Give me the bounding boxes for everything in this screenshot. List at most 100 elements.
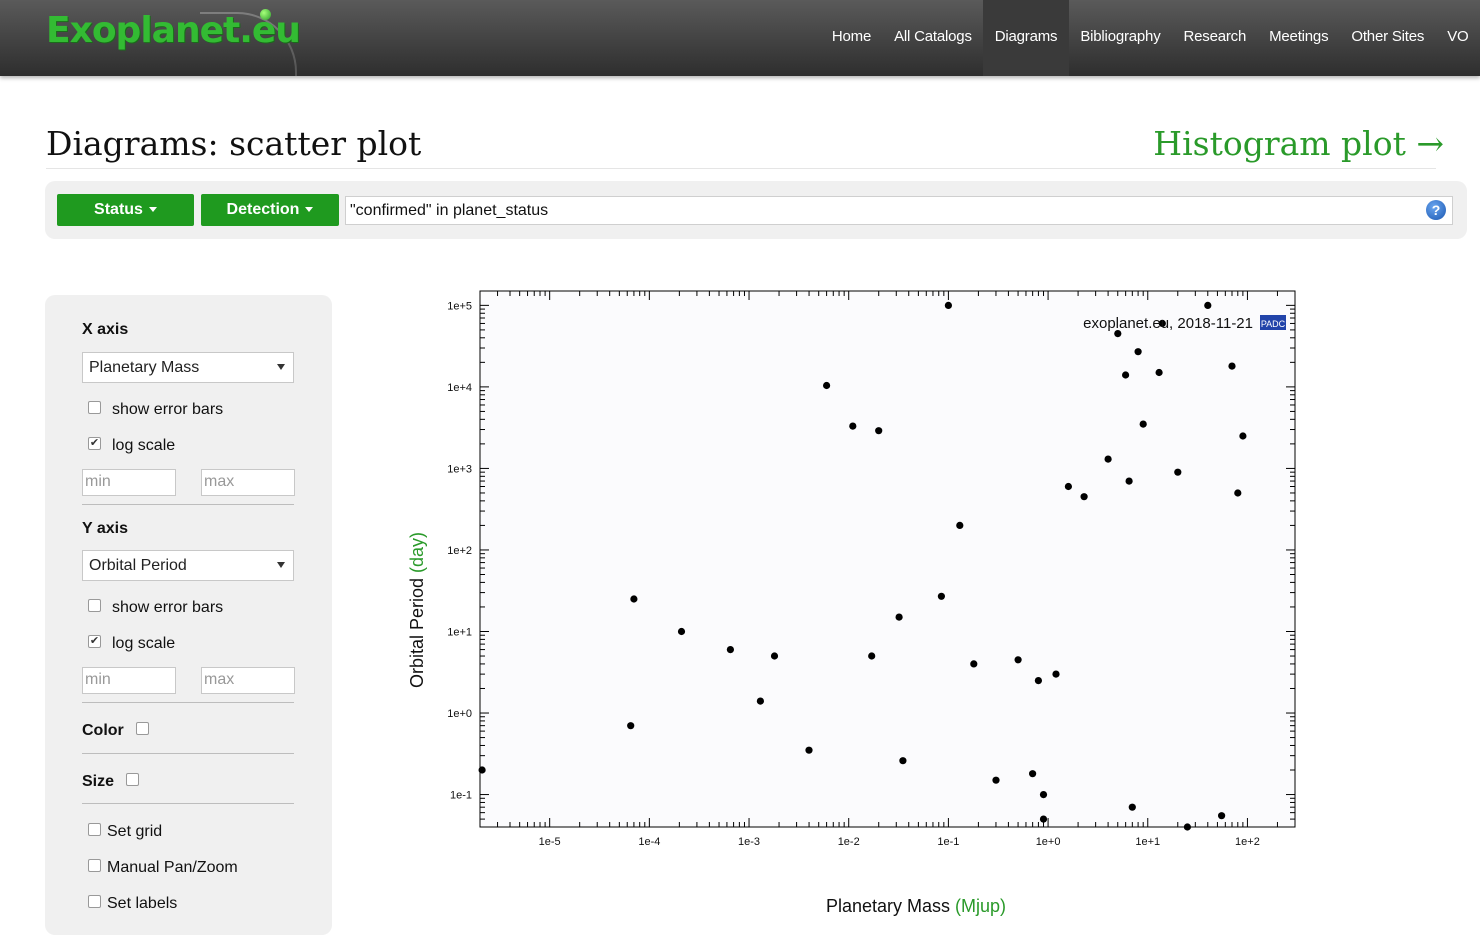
scatter-chart[interactable]: 1e-5 1e-4 1e-3 1e-2 1e-1 1e+0 1e+1 1e+2 1e-1 1e+0… — [400, 270, 1320, 925]
data-point — [1128, 803, 1136, 811]
x-axis-unit: (Mjup) — [955, 896, 1006, 916]
x-log-scale-label: log scale — [112, 437, 176, 454]
data-point — [868, 652, 876, 660]
status-button-label: Status — [94, 201, 143, 218]
data-point — [1155, 368, 1163, 377]
set-grid-label: Set grid — [107, 823, 163, 840]
data-point — [875, 427, 883, 435]
data-point — [1239, 432, 1247, 440]
data-point — [1174, 468, 1182, 476]
pan-zoom-checkbox[interactable] — [88, 859, 101, 872]
caret-down-icon — [305, 207, 314, 213]
x-tick-label: 1e+1 — [1135, 836, 1160, 848]
y-tick-label: 1e+5 — [447, 300, 472, 312]
x-tick-label: 1e+2 — [1235, 836, 1260, 848]
x-tick-label: 1e-3 — [738, 836, 760, 848]
data-point — [1122, 371, 1130, 379]
page-title: Diagrams: scatter plot — [46, 124, 422, 163]
y-axis-title: Orbital Period (day) — [407, 532, 427, 688]
color-label: Color — [82, 722, 124, 739]
divider — [82, 753, 294, 754]
caret-down-icon — [148, 207, 157, 213]
data-point — [956, 521, 964, 529]
nav-home[interactable]: Home — [820, 0, 882, 76]
x-axis-title: Planetary Mass (Mjup) — [826, 896, 1006, 916]
data-point — [895, 613, 903, 621]
data-point — [944, 301, 953, 309]
x-tick-label: 1e+0 — [1036, 836, 1061, 848]
padc-logo-text: PADC — [1261, 319, 1286, 329]
set-labels-checkbox[interactable] — [88, 895, 101, 908]
x-max-input[interactable] — [201, 469, 295, 496]
data-point — [756, 697, 764, 705]
y-min-field[interactable] — [83, 668, 173, 692]
data-point — [1029, 770, 1037, 778]
y-log-scale-checkbox[interactable]: ✔ — [88, 635, 101, 648]
size-checkbox[interactable] — [126, 773, 139, 786]
x-max-field[interactable] — [202, 470, 292, 494]
x-log-scale-checkbox[interactable]: ✔ — [88, 437, 101, 450]
data-point — [1039, 791, 1048, 799]
y-tick-label: 1e-1 — [450, 790, 472, 802]
x-tick-label: 1e-5 — [539, 836, 561, 848]
color-checkbox[interactable] — [136, 722, 149, 735]
x-min-input[interactable] — [82, 469, 176, 496]
dropdown-arrow-icon — [277, 364, 285, 370]
status-dropdown-button[interactable]: Status — [57, 194, 194, 226]
y-log-scale-label: log scale — [112, 635, 176, 652]
detection-dropdown-button[interactable]: Detection — [201, 194, 339, 226]
y-min-input[interactable] — [82, 667, 176, 694]
data-point — [1014, 656, 1022, 664]
y-axis-heading: Y axis — [82, 520, 128, 537]
y-error-bars-label: show error bars — [112, 599, 224, 616]
y-tick-label: 1e+2 — [447, 545, 472, 557]
divider — [82, 504, 294, 505]
nav-diagrams[interactable]: Diagrams — [983, 0, 1069, 76]
data-point — [1104, 455, 1112, 463]
x-axis-selected: Planetary Mass — [89, 359, 200, 376]
histogram-plot-link[interactable]: Histogram plot → — [1153, 124, 1444, 163]
data-point — [1125, 477, 1133, 485]
help-icon[interactable]: ? — [1426, 200, 1446, 220]
divider — [82, 702, 294, 703]
y-axis-select[interactable]: Orbital Period — [82, 550, 294, 581]
nav-meetings[interactable]: Meetings — [1258, 0, 1340, 76]
x-min-field[interactable] — [83, 470, 173, 494]
data-point — [970, 660, 978, 668]
data-point — [899, 757, 907, 765]
data-point — [1080, 493, 1088, 501]
x-tick-label: 1e-2 — [838, 836, 860, 848]
nav-all-catalogs[interactable]: All Catalogs — [883, 0, 984, 76]
data-point — [677, 627, 686, 636]
y-max-field[interactable] — [202, 668, 292, 692]
x-axis-heading: X axis — [82, 321, 129, 338]
data-point — [726, 646, 734, 654]
data-point — [823, 381, 831, 390]
nav-research[interactable]: Research — [1172, 0, 1258, 76]
top-navbar: Exoplanet.eu Home All Catalogs Diagrams … — [0, 0, 1480, 76]
x-tick-label: 1e-4 — [638, 836, 660, 848]
data-point — [1139, 420, 1147, 428]
data-point — [1064, 482, 1072, 491]
nav-bibliography[interactable]: Bibliography — [1069, 0, 1172, 76]
data-point — [1218, 812, 1226, 820]
y-error-bars-checkbox[interactable] — [88, 599, 101, 612]
x-error-bars-checkbox[interactable] — [88, 401, 101, 414]
x-axis-label: Planetary Mass — [826, 896, 950, 916]
y-tick-label: 1e+4 — [447, 382, 472, 394]
data-point — [992, 776, 1000, 784]
data-point — [478, 766, 486, 774]
set-labels-label: Set labels — [107, 895, 178, 912]
nav-vo[interactable]: VO — [1436, 0, 1480, 76]
data-point — [1039, 815, 1048, 823]
dropdown-arrow-icon — [277, 562, 285, 568]
query-input[interactable]: "confirmed" in planet_status? — [345, 196, 1453, 225]
y-tick-label: 1e+1 — [447, 626, 472, 638]
data-point — [1204, 301, 1212, 309]
x-axis-select[interactable]: Planetary Mass — [82, 352, 294, 383]
size-label: Size — [82, 773, 115, 790]
y-max-input[interactable] — [201, 667, 295, 694]
set-grid-checkbox[interactable] — [88, 823, 101, 836]
y-axis-label: Orbital Period — [407, 578, 427, 688]
nav-other-sites[interactable]: Other Sites — [1340, 0, 1436, 76]
